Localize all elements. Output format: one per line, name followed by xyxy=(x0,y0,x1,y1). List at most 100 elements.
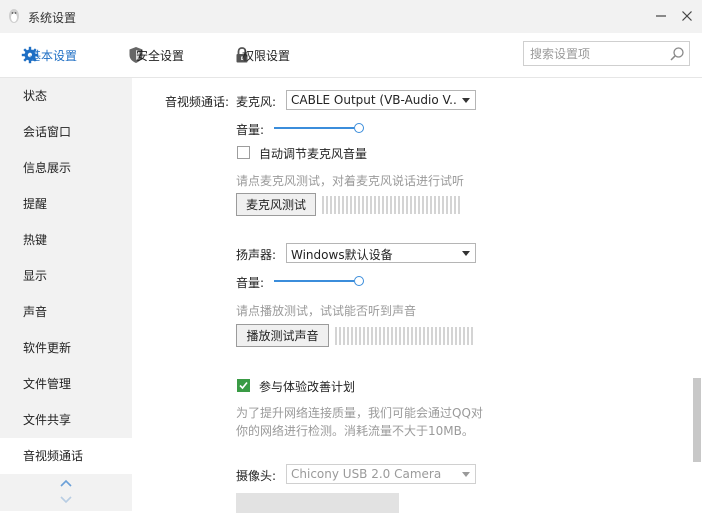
av-section-label: 音视频通话: xyxy=(165,95,230,109)
meter-bar xyxy=(403,327,405,345)
scrollbar-thumb[interactable] xyxy=(693,378,701,462)
meter-bar xyxy=(407,327,409,345)
meter-bar xyxy=(375,327,377,345)
auto-adjust-mic-label: 自动调节麦克风音量 xyxy=(259,147,368,161)
mic-test-hint: 请点麦克风测试，对着麦克风说话进行试听 xyxy=(236,174,465,188)
meter-bar xyxy=(374,196,376,214)
camera-label: 摄像头: xyxy=(236,469,277,483)
meter-bar xyxy=(358,196,360,214)
meter-bar xyxy=(450,196,452,214)
camera-device-select[interactable]: Chicony USB 2.0 Camera xyxy=(286,464,476,484)
meter-bar xyxy=(427,327,429,345)
meter-bar xyxy=(390,196,392,214)
sidebar-item-file-sharing[interactable]: 文件共享 xyxy=(0,402,132,438)
sidebar-item-chat-window[interactable]: 会话窗口 xyxy=(0,114,132,150)
tab-security-settings-label: 安全设置 xyxy=(136,48,185,63)
meter-bar xyxy=(414,196,416,214)
meter-bar xyxy=(355,327,357,345)
title-bar: 系统设置 xyxy=(0,0,702,33)
search-icon[interactable] xyxy=(669,46,685,62)
minimize-button[interactable] xyxy=(651,6,671,26)
mic-device-value: CABLE Output (VB-Audio V... xyxy=(291,93,457,107)
auto-adjust-mic-checkbox[interactable] xyxy=(237,146,250,159)
mic-test-button[interactable]: 麦克风测试 xyxy=(236,193,316,216)
meter-bar xyxy=(426,196,428,214)
speaker-test-button[interactable]: 播放测试声音 xyxy=(236,324,329,347)
close-icon xyxy=(682,11,692,21)
speaker-volume-label: 音量: xyxy=(236,276,265,290)
content-scrollbar[interactable] xyxy=(692,78,702,511)
meter-bar xyxy=(467,327,469,345)
meter-bar xyxy=(386,196,388,214)
sidebar-item-file-management[interactable]: 文件管理 xyxy=(0,366,132,402)
mic-device-select[interactable]: CABLE Output (VB-Audio V... xyxy=(286,90,476,110)
tab-basic-settings[interactable]: 基本设置 xyxy=(21,45,77,65)
meter-bar xyxy=(378,196,380,214)
mic-volume-slider[interactable] xyxy=(274,122,364,134)
sidebar-item-status[interactable]: 状态 xyxy=(0,78,132,114)
meter-bar xyxy=(442,196,444,214)
meter-bar xyxy=(371,327,373,345)
slider-track xyxy=(274,127,354,129)
mic-label: 麦克风: xyxy=(236,95,277,109)
settings-content: 音视频通话: 麦克风: CABLE Output (VB-Audio V... … xyxy=(132,78,692,513)
meter-bar xyxy=(415,327,417,345)
meter-bar xyxy=(463,327,465,345)
sidebar-item-reminders[interactable]: 提醒 xyxy=(0,186,132,222)
meter-bar xyxy=(435,327,437,345)
meter-bar xyxy=(347,327,349,345)
sidebar-item-software-update[interactable]: 软件更新 xyxy=(0,330,132,366)
search-input[interactable] xyxy=(530,45,660,62)
chevron-up-icon[interactable] xyxy=(58,478,74,488)
mic-volume-label: 音量: xyxy=(236,123,265,137)
slider-thumb[interactable] xyxy=(354,123,364,133)
minimize-icon xyxy=(656,15,666,17)
meter-bar xyxy=(326,196,328,214)
speaker-test-hint: 请点播放测试，试试能否听到声音 xyxy=(236,304,417,318)
meter-bar xyxy=(383,327,385,345)
meter-bar xyxy=(350,196,352,214)
meter-bar xyxy=(366,196,368,214)
meter-bar xyxy=(438,196,440,214)
experience-program-checkbox[interactable] xyxy=(237,379,250,392)
meter-bar xyxy=(363,327,365,345)
speaker-level-meter xyxy=(335,327,473,345)
meter-bar xyxy=(351,327,353,345)
slider-thumb[interactable] xyxy=(354,276,364,286)
meter-bar xyxy=(423,327,425,345)
qq-penguin-icon xyxy=(9,9,19,23)
experience-program-label: 参与体验改善计划 xyxy=(259,380,356,394)
meter-bar xyxy=(391,327,393,345)
close-button[interactable] xyxy=(677,6,697,26)
meter-bar xyxy=(411,327,413,345)
experience-desc-line1: 为了提升网络连接质量，我们可能会通过QQ对 xyxy=(236,406,483,420)
mic-level-meter xyxy=(322,196,460,214)
sidebar-item-display[interactable]: 显示 xyxy=(0,258,132,294)
meter-bar xyxy=(367,327,369,345)
sidebar-item-sound[interactable]: 声音 xyxy=(0,294,132,330)
meter-bar xyxy=(430,196,432,214)
meter-bar xyxy=(443,327,445,345)
speaker-volume-slider[interactable] xyxy=(274,275,364,287)
meter-bar xyxy=(338,196,340,214)
tab-permission-settings[interactable]: 权限设置 xyxy=(234,45,290,65)
meter-bar xyxy=(458,196,460,214)
speaker-label: 扬声器: xyxy=(236,248,277,262)
speaker-device-select[interactable]: Windows默认设备 xyxy=(286,243,476,263)
meter-bar xyxy=(342,196,344,214)
meter-bar xyxy=(439,327,441,345)
meter-bar xyxy=(382,196,384,214)
meter-bar xyxy=(431,327,433,345)
tab-permission-settings-label: 权限设置 xyxy=(242,48,291,63)
sidebar-item-hotkeys[interactable]: 热键 xyxy=(0,222,132,258)
tab-security-settings[interactable]: 安全设置 xyxy=(128,45,184,65)
sidebar-item-info-display[interactable]: 信息展示 xyxy=(0,150,132,186)
sidebar-item-av-call[interactable]: 音视频通话 xyxy=(0,438,132,474)
tab-basic-settings-label: 基本设置 xyxy=(29,48,78,63)
meter-bar xyxy=(410,196,412,214)
meter-bar xyxy=(334,196,336,214)
chevron-down-icon[interactable] xyxy=(58,495,74,505)
meter-bar xyxy=(362,196,364,214)
meter-bar xyxy=(395,327,397,345)
meter-bar xyxy=(359,327,361,345)
